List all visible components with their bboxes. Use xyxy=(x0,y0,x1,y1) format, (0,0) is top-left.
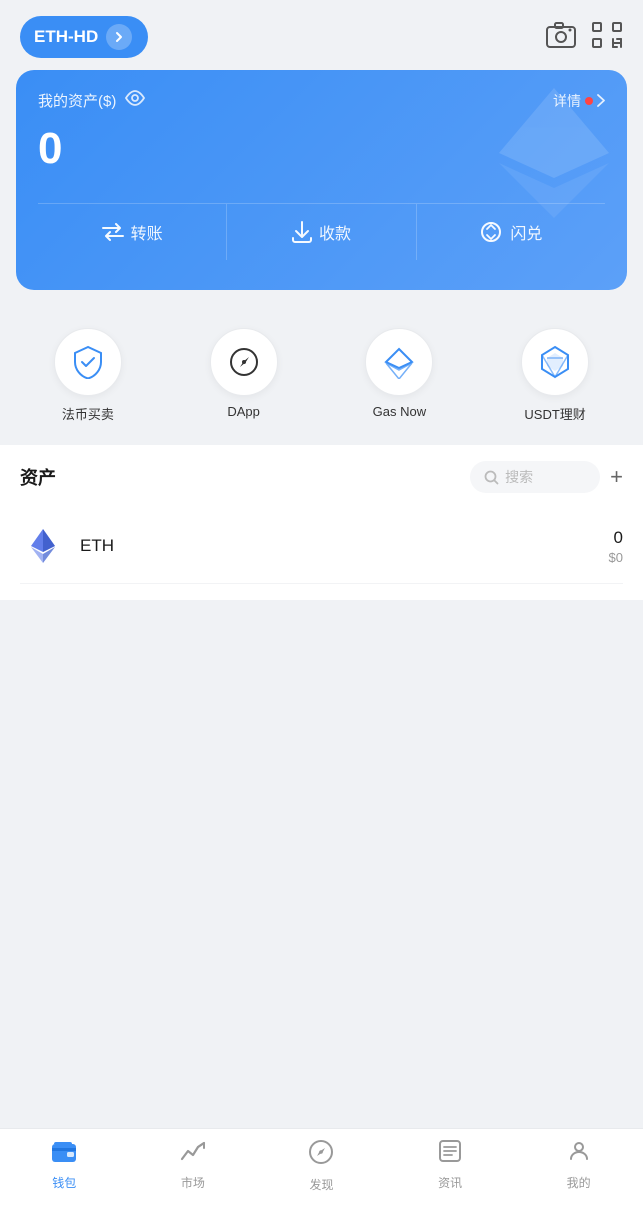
camera-icon xyxy=(545,21,577,49)
search-box[interactable]: 搜索 xyxy=(470,461,600,493)
assets-search-row: 搜索 + xyxy=(470,461,623,493)
chart-icon xyxy=(180,1139,206,1163)
quick-nav: 法币买卖 DApp Gas Now xyxy=(0,306,643,435)
wallet-selector[interactable]: ETH-HD xyxy=(20,16,148,58)
dapp-circle xyxy=(210,328,278,396)
nav-profile-label: 我的 xyxy=(567,1174,591,1191)
eth-icon xyxy=(20,523,66,569)
usdt-finance-circle xyxy=(521,328,589,396)
search-icon xyxy=(484,470,499,485)
swap-label: 闪兑 xyxy=(510,220,542,244)
nav-news[interactable]: 资讯 xyxy=(420,1139,480,1193)
top-icon-group xyxy=(545,21,623,54)
nav-wallet[interactable]: 钱包 xyxy=(34,1139,94,1193)
gas-now-circle xyxy=(365,328,433,396)
camera-button[interactable] xyxy=(545,21,577,54)
gem-icon xyxy=(538,345,572,379)
search-placeholder-text: 搜索 xyxy=(505,467,533,487)
nav-news-label: 资讯 xyxy=(438,1174,462,1191)
receive-label: 收款 xyxy=(319,220,351,244)
top-bar: ETH-HD xyxy=(0,0,643,70)
asset-card: 我的资产($) 详情 0 xyxy=(16,70,627,290)
profile-nav-icon xyxy=(567,1139,591,1170)
receive-icon xyxy=(292,221,312,243)
wallet-nav-icon xyxy=(51,1139,77,1170)
assets-header: 资产 搜索 + xyxy=(20,461,623,493)
fiat-trade-circle xyxy=(54,328,122,396)
card-title: 我的资产($) xyxy=(38,90,116,111)
transfer-label: 转账 xyxy=(131,220,163,244)
eth-watermark xyxy=(499,88,609,223)
eth-usd: $0 xyxy=(609,550,623,565)
add-asset-button[interactable]: + xyxy=(610,466,623,488)
news-icon xyxy=(438,1139,462,1163)
eth-amount: 0 xyxy=(609,528,623,548)
dapp-label: DApp xyxy=(227,404,260,419)
receive-button[interactable]: 收款 xyxy=(226,204,415,260)
shield-icon xyxy=(71,345,105,379)
scan-button[interactable] xyxy=(591,21,623,54)
eth-values: 0 $0 xyxy=(609,528,623,565)
news-nav-icon xyxy=(438,1139,462,1170)
eth-symbol: ETH xyxy=(80,536,609,556)
transfer-icon xyxy=(102,223,124,241)
wallet-icon xyxy=(51,1139,77,1163)
nav-profile[interactable]: 我的 xyxy=(549,1139,609,1193)
market-nav-icon xyxy=(180,1139,206,1170)
nav-market-label: 市场 xyxy=(181,1174,205,1191)
compass-icon xyxy=(227,345,261,379)
eye-icon xyxy=(124,90,146,106)
eth-asset-row[interactable]: ETH 0 $0 xyxy=(20,509,623,584)
nav-discover-label: 发现 xyxy=(309,1176,333,1193)
profile-icon xyxy=(567,1139,591,1163)
nav-wallet-label: 钱包 xyxy=(52,1174,76,1191)
gas-now-label: Gas Now xyxy=(373,404,426,419)
dapp-button[interactable]: DApp xyxy=(210,328,278,423)
nav-discover[interactable]: 发现 xyxy=(291,1139,351,1193)
eth-logo xyxy=(20,523,66,569)
assets-section: 资产 搜索 + xyxy=(0,445,643,600)
fiat-trade-button[interactable]: 法币买卖 xyxy=(54,328,122,423)
chevron-right-icon xyxy=(112,30,126,44)
nav-market[interactable]: 市场 xyxy=(163,1139,223,1193)
wallet-arrow xyxy=(106,24,132,50)
eth-diamond-icon xyxy=(382,345,416,379)
usdt-finance-button[interactable]: USDT理财 xyxy=(521,328,589,423)
bottom-nav: 钱包 市场 发现 xyxy=(0,1128,643,1211)
wallet-name: ETH-HD xyxy=(34,27,98,47)
assets-title: 资产 xyxy=(20,464,56,490)
swap-icon xyxy=(479,221,503,243)
discover-nav-icon xyxy=(308,1139,334,1172)
usdt-finance-label: USDT理财 xyxy=(524,404,585,423)
gas-now-button[interactable]: Gas Now xyxy=(365,328,433,423)
card-title-row: 我的资产($) xyxy=(38,90,146,111)
compass-nav-icon xyxy=(308,1139,334,1165)
eye-button[interactable] xyxy=(124,90,146,111)
fiat-trade-label: 法币买卖 xyxy=(62,404,114,423)
transfer-button[interactable]: 转账 xyxy=(38,204,226,260)
scan-icon xyxy=(591,21,623,49)
